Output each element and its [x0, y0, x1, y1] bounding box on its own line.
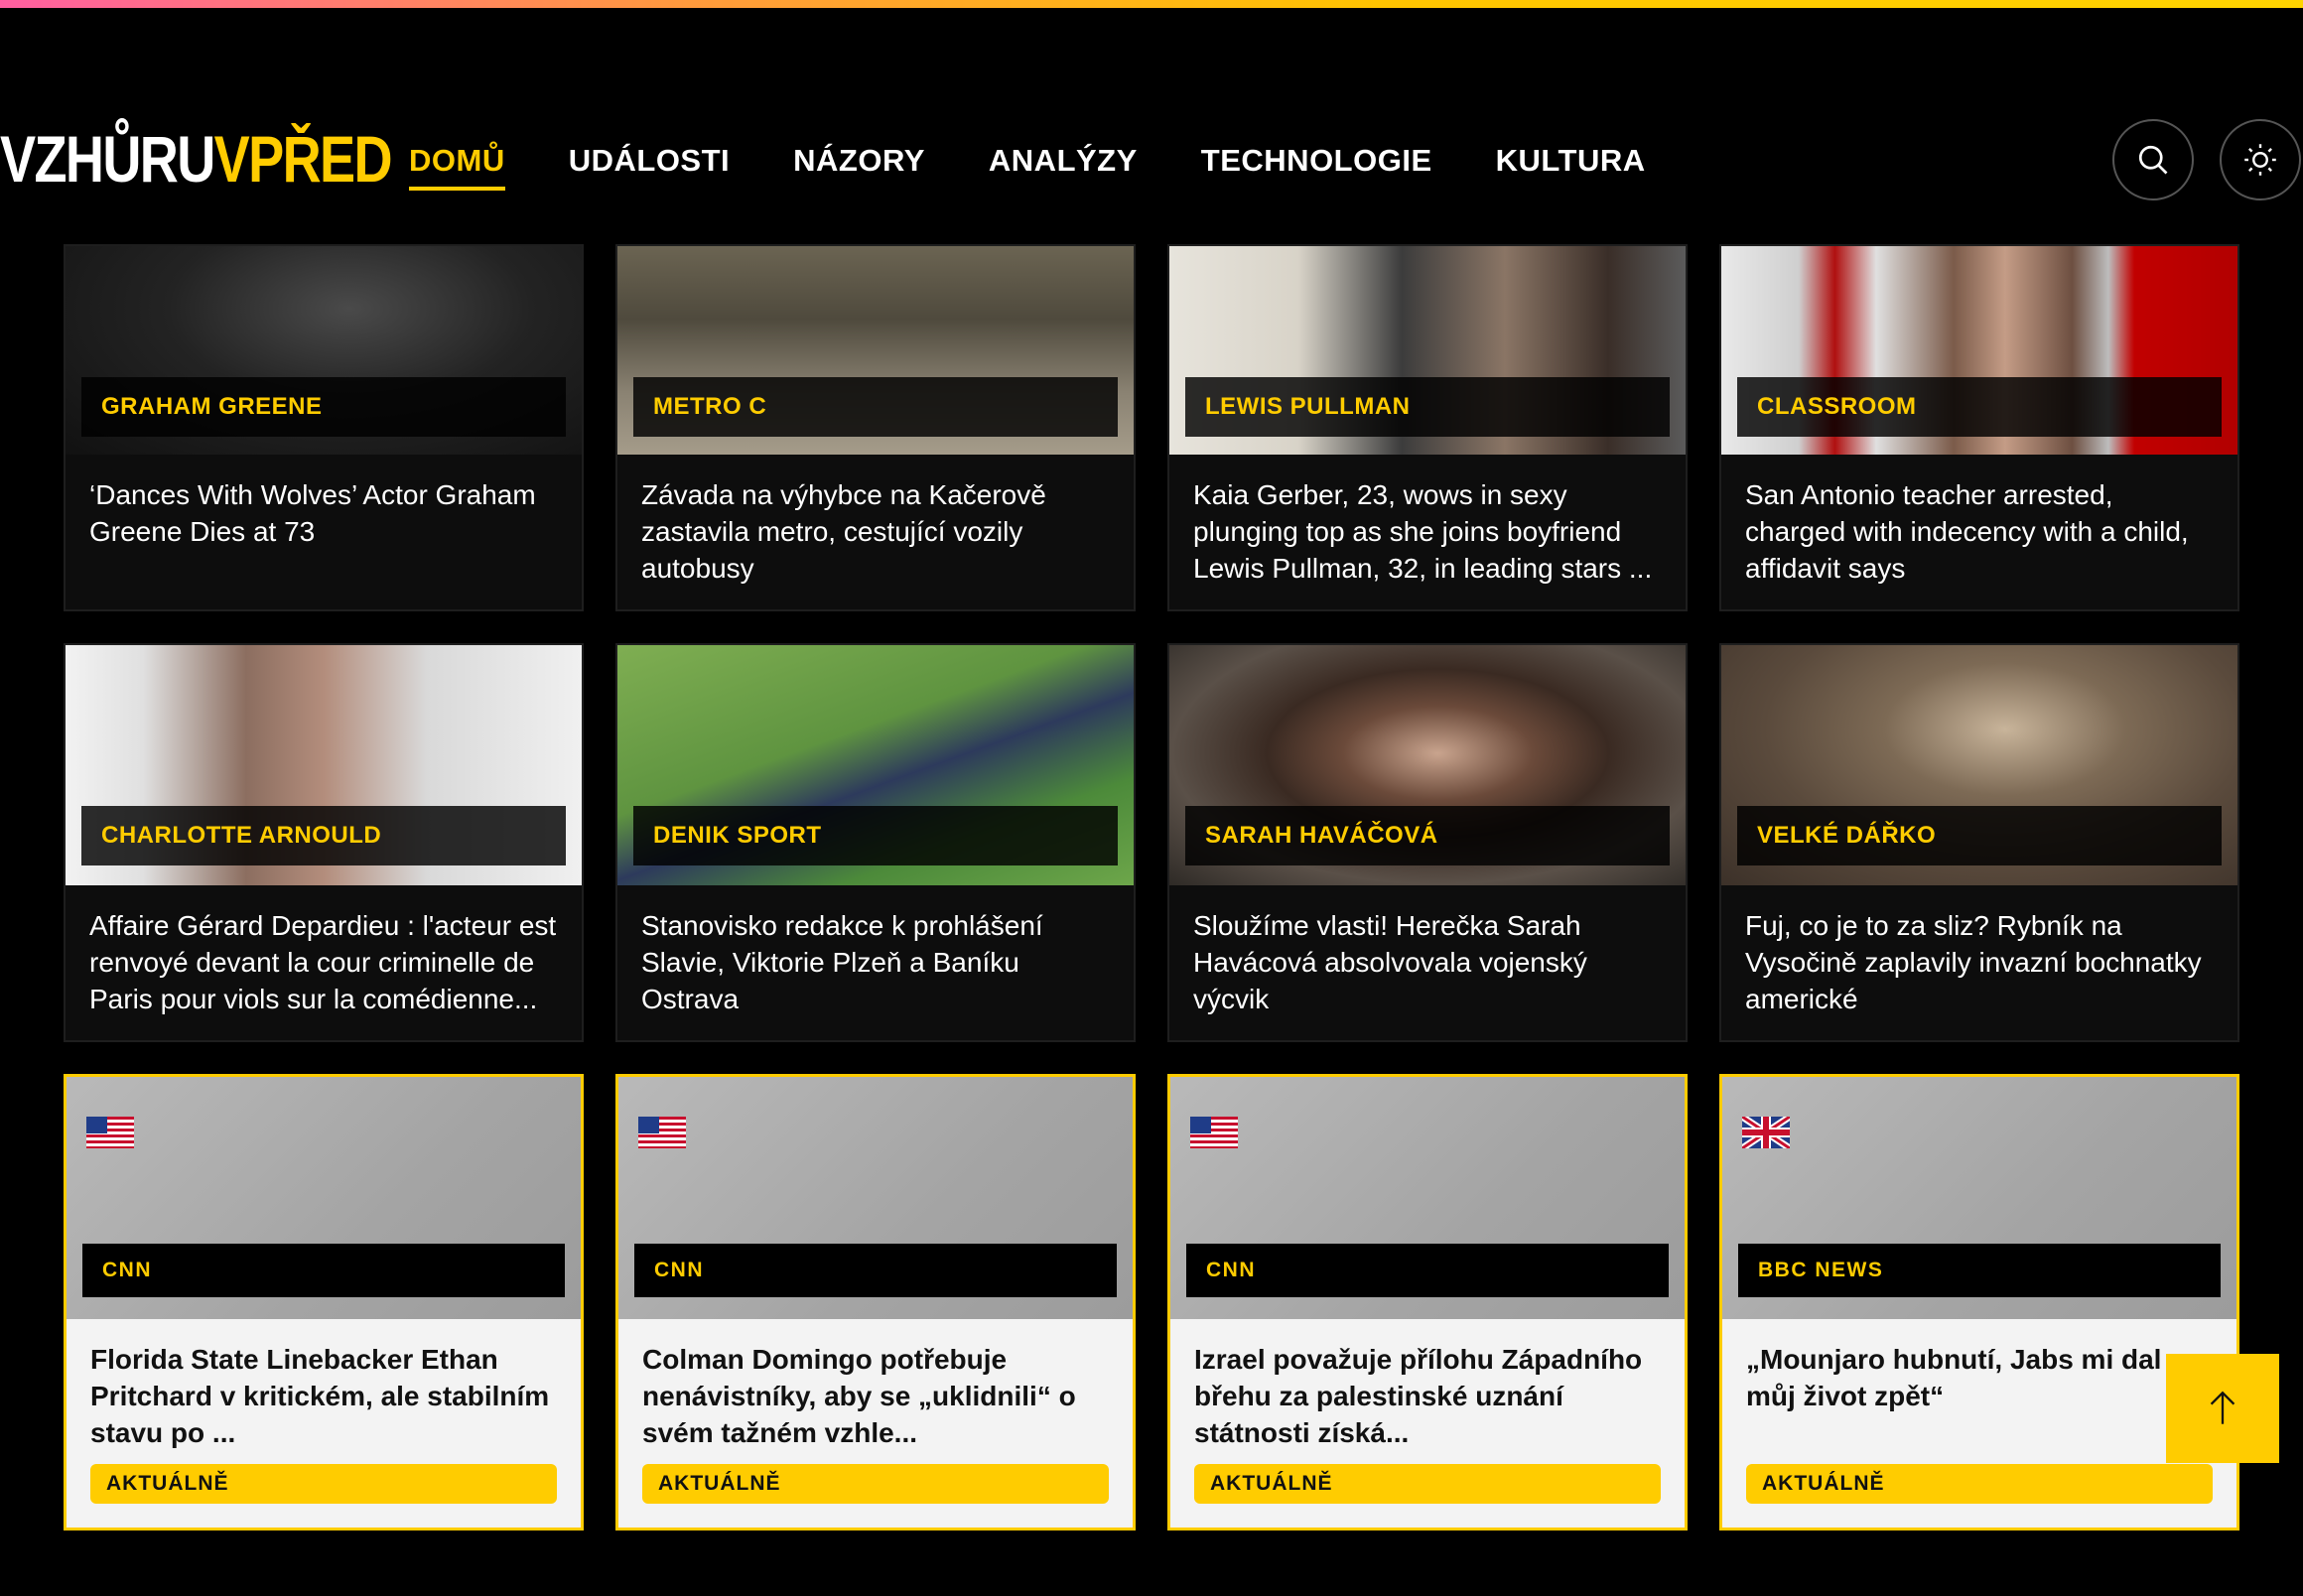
nav-item-udalosti[interactable]: UDÁLOSTI — [569, 141, 730, 191]
article-tag: CHARLOTTE ARNOULD — [81, 806, 566, 865]
arrow-up-icon — [2210, 1391, 2235, 1424]
article-title: Stanovisko redakce k prohlášení Slavie, … — [641, 910, 1043, 1014]
article-tag: DENIK SPORT — [633, 806, 1118, 865]
source-title: Colman Domingo potřebuje nenávistníky, a… — [642, 1344, 1076, 1448]
source-tag: CNN — [1186, 1244, 1669, 1297]
nav-item-nazory[interactable]: NÁZORY — [793, 141, 925, 191]
article-tag: CLASSROOM — [1737, 377, 2222, 437]
source-image: CNN — [67, 1077, 581, 1319]
article-tag: LEWIS PULLMAN — [1185, 377, 1670, 437]
article-title: Kaia Gerber, 23, wows in sexy plunging t… — [1193, 479, 1653, 584]
uk-flag-icon — [1742, 1117, 1790, 1148]
search-button[interactable] — [2112, 119, 2194, 200]
source-image: BBC NEWS — [1722, 1077, 2236, 1319]
source-tag: BBC NEWS — [1738, 1244, 2221, 1297]
article-card[interactable]: LEWIS PULLMAN Kaia Gerber, 23, wows in s… — [1167, 244, 1688, 611]
source-card[interactable]: CNN Izrael považuje přílohu Západního bř… — [1167, 1074, 1688, 1530]
source-card[interactable]: CNN Florida State Linebacker Ethan Pritc… — [64, 1074, 584, 1530]
status-badge: AKTUÁLNĚ — [90, 1464, 557, 1504]
source-card[interactable]: BBC NEWS „Mounjaro hubnutí, Jabs mi dal … — [1719, 1074, 2239, 1530]
article-card[interactable]: GRAHAM GREENE ‘Dances With Wolves’ Actor… — [64, 244, 584, 611]
site-logo[interactable]: VZHŮRUVPŘED — [0, 126, 393, 192]
article-title: Fuj, co je to za sliz? Rybník na Vysočin… — [1745, 910, 2202, 1014]
status-badge: AKTUÁLNĚ — [642, 1464, 1109, 1504]
article-card[interactable]: VELKÉ DÁŘKO Fuj, co je to za sliz? Rybní… — [1719, 643, 2239, 1042]
us-flag-icon — [86, 1117, 134, 1148]
article-tag: SARAH HAVÁČOVÁ — [1185, 806, 1670, 865]
article-tag: METRO C — [633, 377, 1118, 437]
source-tag: CNN — [82, 1244, 565, 1297]
source-title: Florida State Linebacker Ethan Pritchard… — [90, 1344, 550, 1448]
gradient-top-bar — [0, 0, 2303, 8]
source-title: Izrael považuje přílohu Západního břehu … — [1194, 1344, 1643, 1448]
bottom-edge — [0, 1586, 2303, 1596]
article-title: Závada na výhybce na Kačerově zastavila … — [641, 479, 1046, 584]
nav-item-kultura[interactable]: KULTURA — [1496, 141, 1646, 191]
article-tag: GRAHAM GREENE — [81, 377, 566, 437]
sun-icon — [2244, 144, 2276, 176]
search-icon — [2138, 145, 2168, 175]
logo-text-yellow: VPŘED — [213, 122, 393, 196]
scroll-to-top-button[interactable] — [2166, 1354, 2279, 1463]
article-tag: VELKÉ DÁŘKO — [1737, 806, 2222, 865]
article-title: San Antonio teacher arrested, charged wi… — [1745, 479, 2189, 584]
status-badge: AKTUÁLNĚ — [1746, 1464, 2213, 1504]
nav-item-technologie[interactable]: TECHNOLOGIE — [1201, 141, 1432, 191]
article-card[interactable]: CLASSROOM San Antonio teacher arrested, … — [1719, 244, 2239, 611]
article-card[interactable]: CHARLOTTE ARNOULD Affaire Gérard Depardi… — [64, 643, 584, 1042]
main-nav: DOMŮ UDÁLOSTI NÁZORY ANALÝZY TECHNOLOGIE… — [409, 141, 1709, 191]
source-title: „Mounjaro hubnutí, Jabs mi dal můj život… — [1746, 1344, 2162, 1411]
article-image: CLASSROOM — [1721, 246, 2237, 455]
source-tag: CNN — [634, 1244, 1117, 1297]
article-title: ‘Dances With Wolves’ Actor Graham Greene… — [89, 479, 536, 547]
source-image: CNN — [618, 1077, 1133, 1319]
article-card[interactable]: SARAH HAVÁČOVÁ Sloužíme vlasti! Herečka … — [1167, 643, 1688, 1042]
source-image: CNN — [1170, 1077, 1685, 1319]
site-header: VZHŮRUVPŘED DOMŮ UDÁLOSTI NÁZORY ANALÝZY… — [0, 8, 2303, 244]
article-image: GRAHAM GREENE — [66, 246, 582, 455]
status-badge: AKTUÁLNĚ — [1194, 1464, 1661, 1504]
article-title: Affaire Gérard Depardieu : l'acteur est … — [89, 910, 557, 1014]
article-image: DENIK SPORT — [617, 645, 1134, 885]
article-image: METRO C — [617, 246, 1134, 455]
nav-item-analyzy[interactable]: ANALÝZY — [989, 141, 1138, 191]
article-card[interactable]: DENIK SPORT Stanovisko redakce k prohláš… — [615, 643, 1136, 1042]
article-image: LEWIS PULLMAN — [1169, 246, 1686, 455]
us-flag-icon — [1190, 1117, 1238, 1148]
article-card[interactable]: METRO C Závada na výhybce na Kačerově za… — [615, 244, 1136, 611]
us-flag-icon — [638, 1117, 686, 1148]
article-image: SARAH HAVÁČOVÁ — [1169, 645, 1686, 885]
article-image: VELKÉ DÁŘKO — [1721, 645, 2237, 885]
logo-text-white: VZHŮRU — [0, 122, 215, 196]
source-card[interactable]: CNN Colman Domingo potřebuje nenávistník… — [615, 1074, 1136, 1530]
article-title: Sloužíme vlasti! Herečka Sarah Havácová … — [1193, 910, 1587, 1014]
article-image: CHARLOTTE ARNOULD — [66, 645, 582, 885]
nav-item-domu[interactable]: DOMŮ — [409, 141, 505, 191]
theme-toggle-button[interactable] — [2220, 119, 2301, 200]
